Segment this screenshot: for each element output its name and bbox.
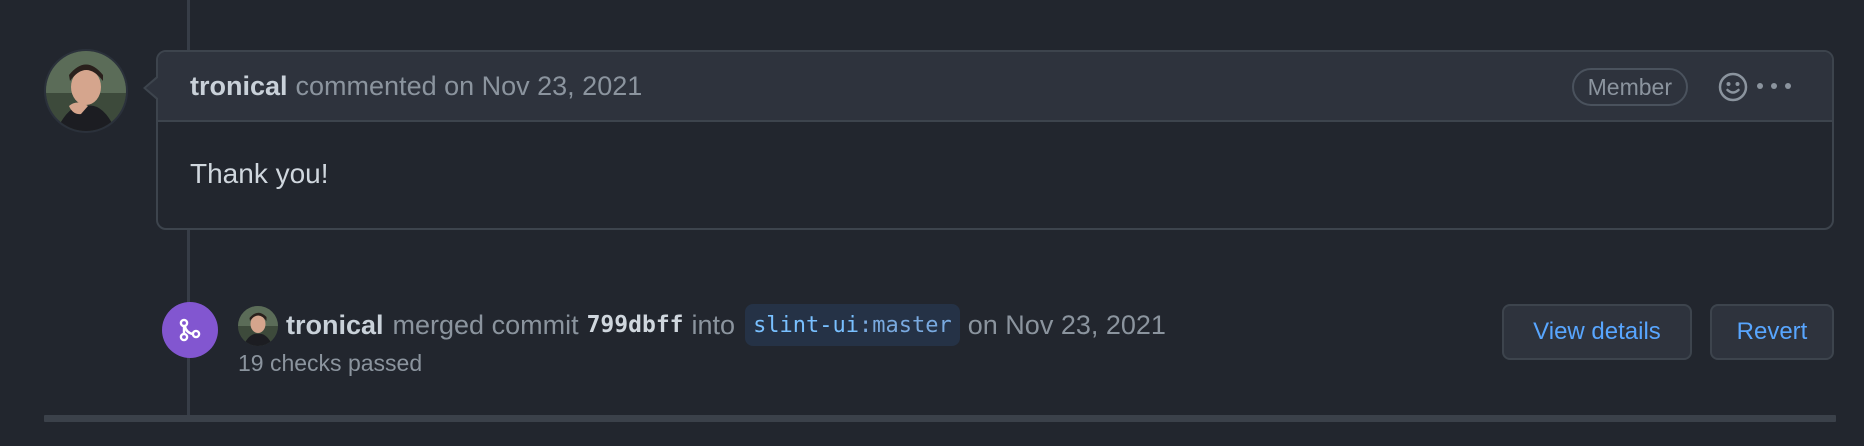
comment-box: tronical commented on Nov 23, 2021 Membe…: [143, 50, 1834, 230]
kebab-horizontal-icon: [1757, 83, 1791, 89]
branch-separator: :: [859, 312, 873, 338]
merge-description: tronical merged commit 799dbff into slin…: [286, 304, 1166, 346]
merge-badge: [162, 302, 218, 358]
mini-avatar-photo: [238, 306, 278, 346]
commit-hash-link[interactable]: 799dbff: [587, 312, 684, 338]
merge-author-link[interactable]: tronical: [286, 310, 384, 341]
smiley-icon: [1718, 72, 1748, 102]
branch-repo: slint-ui: [753, 312, 860, 338]
merge-text-before-commit: merged commit: [392, 309, 579, 340]
avatar-photo: [46, 51, 126, 131]
comment-timestamp[interactable]: commented on Nov 23, 2021: [296, 71, 643, 102]
comment-body: Thank you!: [190, 158, 329, 189]
user-avatar[interactable]: [44, 49, 128, 133]
add-reaction-button[interactable]: [1716, 70, 1750, 104]
member-badge: Member: [1571, 68, 1688, 106]
timeline-end-divider: [44, 415, 1836, 422]
merge-text-into: into: [691, 309, 736, 340]
revert-button[interactable]: Revert: [1710, 304, 1834, 360]
comment-header: tronical commented on Nov 23, 2021 Membe…: [158, 52, 1832, 122]
git-merge-icon: [179, 318, 201, 342]
merge-date[interactable]: on Nov 23, 2021: [968, 310, 1166, 341]
branch-name-pill[interactable]: slint-ui : master: [745, 304, 960, 346]
merge-user-avatar[interactable]: [238, 306, 278, 346]
merge-event: tronical merged commit 799dbff into slin…: [0, 300, 1864, 390]
more-options-button[interactable]: [1754, 76, 1794, 96]
view-details-button[interactable]: View details: [1502, 304, 1692, 360]
checks-status[interactable]: 19 checks passed: [238, 350, 422, 377]
comment-author-link[interactable]: tronical: [190, 71, 288, 102]
branch-name: master: [872, 312, 952, 338]
